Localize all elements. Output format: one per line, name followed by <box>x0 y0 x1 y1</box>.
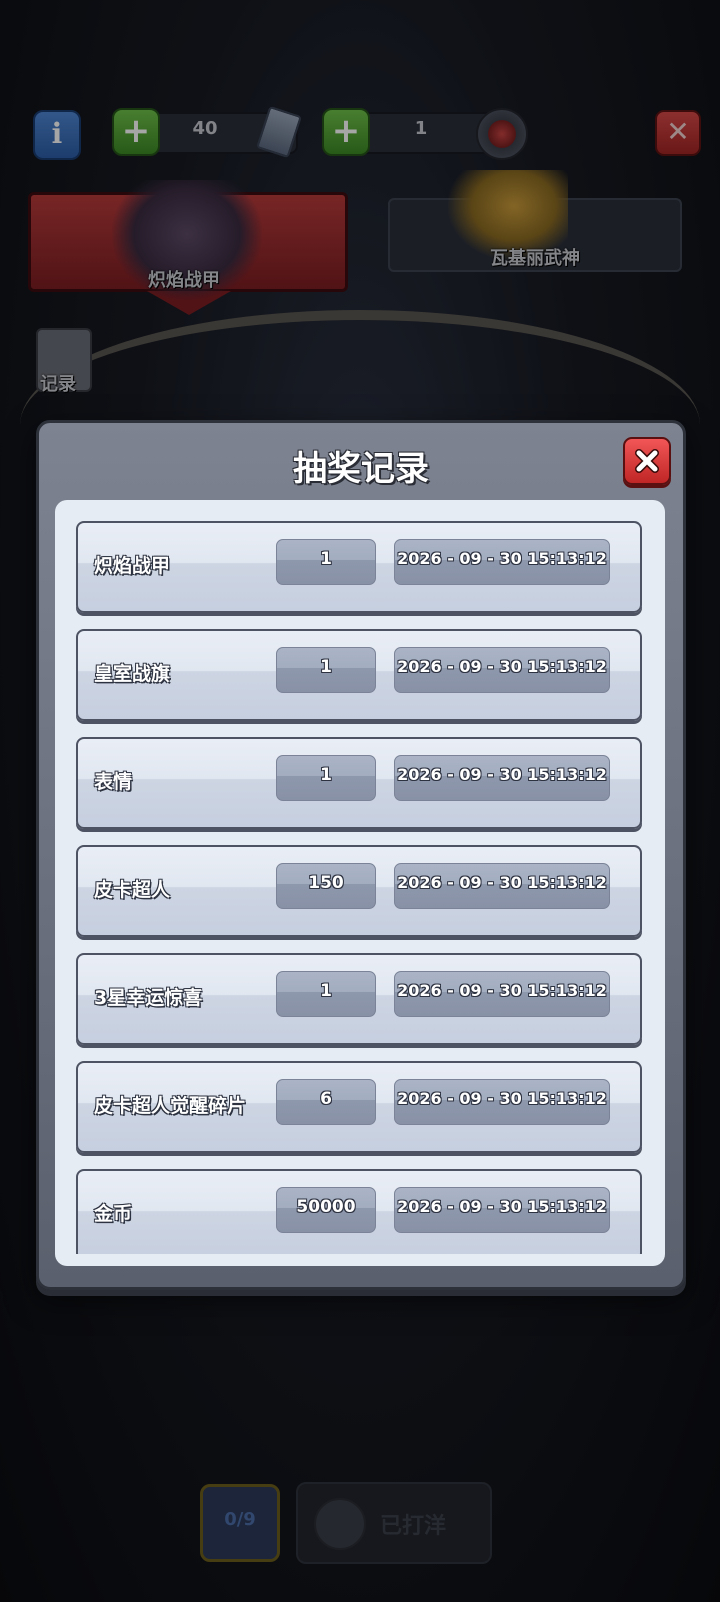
list-item: 炽焰战甲 1 2026 - 09 - 30 15:13:12 <box>76 521 642 613</box>
record-name: 炽焰战甲 <box>94 555 171 577</box>
modal-title: 抽奖记录 <box>293 449 429 489</box>
list-item: 表情 1 2026 - 09 - 30 15:13:12 <box>76 737 642 829</box>
record-quantity: 1 <box>276 647 376 693</box>
record-time: 2026 - 09 - 30 15:13:12 <box>394 755 610 801</box>
record-name: 皮卡超人 <box>94 879 171 901</box>
draw-record-modal: 抽奖记录 炽焰战甲 1 2026 - 09 - 30 15:13:12 皇室战旗… <box>36 420 686 1290</box>
record-name: 皇室战旗 <box>94 663 171 685</box>
record-quantity: 1 <box>276 971 376 1017</box>
record-time: 2026 - 09 - 30 15:13:12 <box>394 1187 610 1233</box>
record-name: 金币 <box>94 1203 133 1225</box>
record-quantity: 50000 <box>276 1187 376 1233</box>
list-item: 金币 50000 2026 - 09 - 30 15:13:12 <box>76 1169 642 1254</box>
record-name: 皮卡超人觉醒碎片 <box>94 1095 247 1117</box>
record-list[interactable]: 炽焰战甲 1 2026 - 09 - 30 15:13:12 皇室战旗 1 20… <box>55 500 665 1254</box>
close-icon <box>635 449 659 473</box>
record-time: 2026 - 09 - 30 15:13:12 <box>394 971 610 1017</box>
record-time: 2026 - 09 - 30 15:13:12 <box>394 863 610 909</box>
modal-close-button[interactable] <box>623 437 671 485</box>
list-item: 皮卡超人 150 2026 - 09 - 30 15:13:12 <box>76 845 642 937</box>
record-time: 2026 - 09 - 30 15:13:12 <box>394 647 610 693</box>
record-quantity: 1 <box>276 539 376 585</box>
record-list-panel: 炽焰战甲 1 2026 - 09 - 30 15:13:12 皇室战旗 1 20… <box>55 500 665 1266</box>
record-time: 2026 - 09 - 30 15:13:12 <box>394 1079 610 1125</box>
record-quantity: 6 <box>276 1079 376 1125</box>
list-item: 3星幸运惊喜 1 2026 - 09 - 30 15:13:12 <box>76 953 642 1045</box>
list-item: 皮卡超人觉醒碎片 6 2026 - 09 - 30 15:13:12 <box>76 1061 642 1153</box>
record-time: 2026 - 09 - 30 15:13:12 <box>394 539 610 585</box>
record-quantity: 150 <box>276 863 376 909</box>
record-name: 3星幸运惊喜 <box>94 987 203 1009</box>
list-item: 皇室战旗 1 2026 - 09 - 30 15:13:12 <box>76 629 642 721</box>
record-name: 表情 <box>94 771 133 793</box>
record-quantity: 1 <box>276 755 376 801</box>
